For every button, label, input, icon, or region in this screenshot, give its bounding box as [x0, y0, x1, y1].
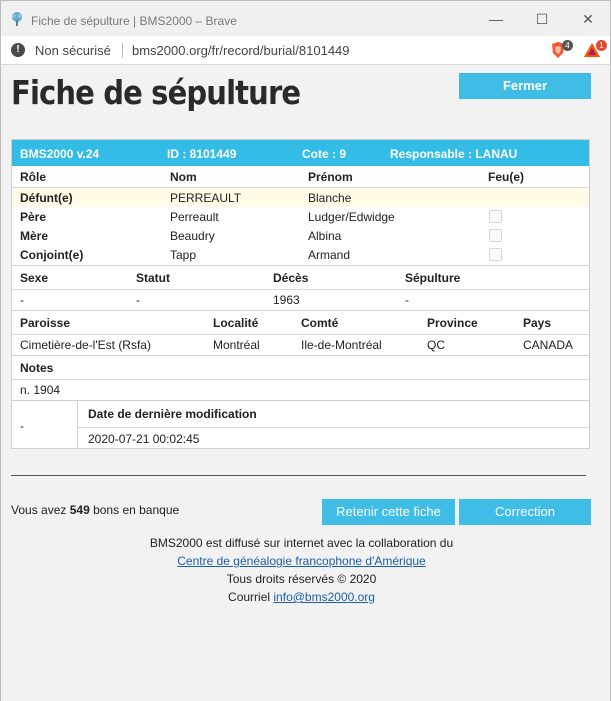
person-nom: PERREAULT	[170, 191, 242, 205]
modification-block: - Date de dernière modification 2020-07-…	[12, 400, 591, 449]
security-status[interactable]: Non sécurisé	[35, 43, 111, 58]
record-id: ID : 8101449	[167, 147, 237, 161]
col-pays: Pays	[523, 316, 552, 330]
app-tree-icon	[12, 12, 22, 26]
event-header-row: Sexe Statut Décès Sépulture	[12, 266, 589, 290]
col-province: Province	[427, 316, 478, 330]
minimize-button[interactable]: —	[484, 7, 508, 31]
modification-divider	[78, 427, 591, 428]
cgfa-link[interactable]: Centre de généalogie francophone d'Améri…	[177, 554, 425, 568]
notes-label: Notes	[20, 361, 54, 375]
col-comte: Comté	[301, 316, 339, 330]
person-row-defunt: Défunt(e) PERREAULT Blanche	[12, 188, 589, 207]
record-header: BMS2000 v.24 ID : 8101449 Cote : 9 Respo…	[12, 140, 589, 166]
page-content: Fiche de sépulture Fermer BMS2000 v.24 I…	[0, 65, 611, 701]
notes-block: Notes n. 1904	[12, 355, 589, 400]
person-nom: Beaudry	[170, 229, 215, 243]
footer-link-row: Centre de généalogie francophone d'Améri…	[1, 554, 602, 568]
col-sepulture: Sépulture	[405, 271, 461, 285]
place-block: Paroisse Localité Comté Province Pays Ci…	[12, 310, 589, 355]
notes-value: n. 1904	[20, 383, 61, 397]
record-cote: Cote : 9	[302, 147, 347, 161]
val-statut: -	[136, 293, 140, 307]
window-title: Fiche de sépulture | BMS2000 – Brave	[31, 14, 237, 28]
person-role: Conjoint(e)	[20, 248, 84, 262]
col-feu: Feu(e)	[488, 170, 524, 184]
col-paroisse: Paroisse	[20, 316, 71, 330]
bank-count: 549	[69, 503, 90, 517]
rewards-count-badge: 1	[596, 40, 607, 51]
val-pays: CANADA	[523, 338, 574, 352]
person-nom: Perreault	[170, 210, 219, 224]
val-province: QC	[427, 338, 445, 352]
val-comte: Ile-de-Montréal	[301, 338, 382, 352]
footer-line1: BMS2000 est diffusé sur internet avec la…	[149, 536, 454, 550]
col-statut: Statut	[136, 271, 170, 285]
person-role: Mère	[20, 229, 49, 243]
col-localite: Localité	[213, 316, 259, 330]
col-role: Rôle	[20, 170, 47, 184]
feu-checkbox-mere[interactable]	[489, 229, 502, 242]
address-separator	[122, 43, 123, 58]
val-deces: 1963	[273, 293, 300, 307]
val-paroisse: Cimetière-de-l'Est (Rsfa)	[20, 338, 151, 352]
retain-record-button[interactable]: Retenir cette fiche	[322, 499, 455, 525]
window-titlebar: Fiche de sépulture | BMS2000 – Brave — ☐…	[0, 0, 611, 36]
modification-cell: Date de dernière modification 2020-07-21…	[77, 401, 591, 449]
shields-count-badge: 4	[562, 40, 573, 51]
courriel-label: Courriel	[228, 590, 274, 604]
person-prenom: Armand	[308, 248, 351, 262]
info-icon[interactable]: !	[11, 43, 25, 57]
feu-checkbox-pere[interactable]	[489, 210, 502, 223]
modified-label: Date de dernière modification	[88, 407, 257, 421]
modified-value: 2020-07-21 00:02:45	[88, 432, 200, 446]
meta-left-value: -	[20, 419, 24, 433]
val-sepulture: -	[405, 293, 409, 307]
email-link[interactable]: info@bms2000.org	[273, 590, 375, 604]
version-label: BMS2000 v.24	[20, 147, 100, 161]
bank-prefix: Vous avez	[11, 503, 70, 517]
person-role: Père	[20, 210, 47, 224]
person-row-pere: Père Perreault Ludger/Edwidge	[12, 207, 589, 226]
close-window-button[interactable]: ✕	[576, 7, 600, 31]
col-prenom: Prénom	[308, 170, 353, 184]
bank-balance: Vous avez 549 bons en banque	[11, 503, 179, 517]
event-values-row: - - 1963 -	[12, 290, 589, 310]
record-card: BMS2000 v.24 ID : 8101449 Cote : 9 Respo…	[11, 139, 591, 449]
col-sexe: Sexe	[20, 271, 49, 285]
person-row-mere: Mère Beaudry Albina	[12, 226, 589, 245]
address-bar: ! Non sécurisé bms2000.org/fr/record/bur…	[0, 36, 611, 65]
record-responsable: Responsable : LANAU	[390, 147, 518, 161]
person-prenom: Ludger/Edwidge	[308, 210, 395, 224]
notes-header: Notes	[12, 356, 589, 380]
place-header-row: Paroisse Localité Comté Province Pays	[12, 311, 589, 335]
divider	[11, 475, 586, 476]
url-input[interactable]: bms2000.org/fr/record/burial/8101449	[132, 43, 350, 58]
person-row-conjoint: Conjoint(e) Tapp Armand	[12, 245, 589, 265]
bank-suffix: bons en banque	[89, 503, 180, 517]
notes-value-row: n. 1904	[12, 380, 589, 400]
footer-email-row: Courriel info@bms2000.org	[1, 590, 602, 604]
val-localite: Montréal	[213, 338, 260, 352]
feu-checkbox-conjoint[interactable]	[489, 248, 502, 261]
close-button[interactable]: Fermer	[459, 73, 591, 99]
val-sexe: -	[20, 293, 24, 307]
person-prenom: Albina	[308, 229, 342, 243]
col-nom: Nom	[170, 170, 197, 184]
footer-copyright: Tous droits réservés © 2020	[226, 572, 377, 586]
page-title: Fiche de sépulture	[11, 73, 301, 112]
person-prenom: Blanche	[308, 191, 352, 205]
maximize-button[interactable]: ☐	[530, 7, 554, 31]
place-values-row: Cimetière-de-l'Est (Rsfa) Montréal Ile-d…	[12, 335, 589, 355]
persons-header-row: Rôle Nom Prénom Feu(e)	[12, 166, 589, 188]
col-deces: Décès	[273, 271, 309, 285]
event-block: Sexe Statut Décès Sépulture - - 1963 -	[12, 265, 589, 310]
person-nom: Tapp	[170, 248, 197, 262]
person-role: Défunt(e)	[20, 191, 73, 205]
correction-button[interactable]: Correction	[459, 499, 591, 525]
